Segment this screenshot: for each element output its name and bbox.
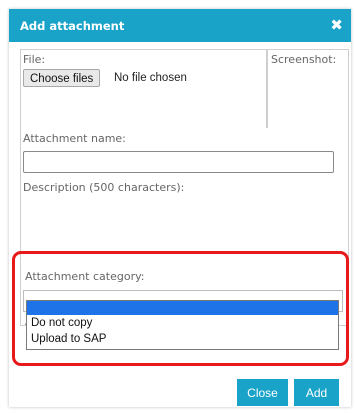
description-section[interactable]: Description (500 characters):	[20, 176, 349, 263]
attachment-name-label: Attachment name:	[23, 132, 126, 145]
category-option-upload-to-sap[interactable]: Upload to SAP	[27, 331, 338, 347]
category-dropdown-list[interactable]: Do not copy Upload to SAP	[26, 300, 339, 350]
dialog-title: Add attachment	[20, 19, 125, 33]
file-status: No file chosen	[114, 72, 187, 84]
screenshot-section[interactable]: Screenshot:	[267, 49, 349, 130]
file-section: File: Choose files No file chosen	[20, 49, 267, 130]
close-button[interactable]: Close	[237, 379, 288, 406]
file-label: File:	[23, 53, 46, 66]
attachment-name-input[interactable]	[23, 151, 334, 173]
attachment-name-section: Attachment name:	[20, 128, 349, 177]
add-button[interactable]: Add	[294, 379, 339, 406]
category-option-blank[interactable]	[27, 301, 338, 315]
close-icon[interactable]: ✖	[330, 16, 343, 34]
dialog-titlebar: Add attachment ✖	[9, 9, 351, 42]
attachment-category-label: Attachment category:	[25, 270, 145, 283]
choose-files-button[interactable]: Choose files	[23, 69, 101, 87]
category-option-do-not-copy[interactable]: Do not copy	[27, 315, 338, 331]
screenshot-label: Screenshot:	[271, 53, 337, 66]
description-label: Description (500 characters):	[23, 181, 185, 194]
